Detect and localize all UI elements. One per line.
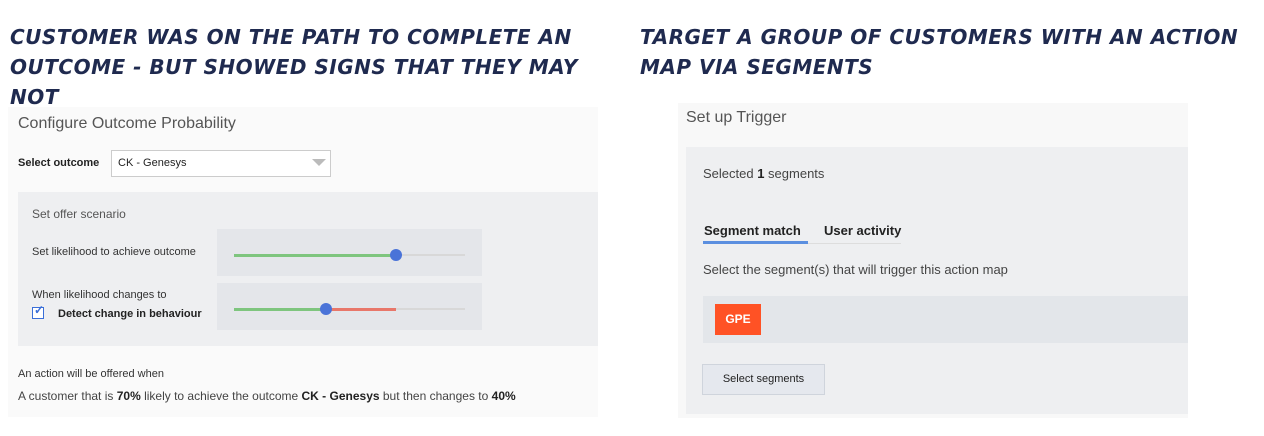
selected-prefix: Selected: [703, 166, 758, 181]
likelihood-slider-box: [217, 229, 482, 276]
offer-prefix: A customer that is: [18, 389, 117, 403]
offer-label: An action will be offered when: [18, 368, 164, 380]
chevron-down-icon[interactable]: [312, 159, 326, 166]
select-outcome-label: Select outcome: [18, 157, 100, 169]
likelihood-slider-thumb[interactable]: [389, 249, 402, 261]
scenario-title: Set offer scenario: [32, 207, 126, 221]
offer-pct1: 70%: [116, 389, 141, 403]
segment-chip-gpe[interactable]: GPE: [715, 304, 761, 335]
offer-mid2: but then changes to: [379, 389, 492, 403]
tab-user-activity[interactable]: User activity: [824, 223, 901, 238]
detect-change-label: Detect change in behaviour: [58, 308, 202, 320]
changes-slider-box: [217, 283, 482, 330]
active-tab-indicator: [703, 241, 808, 244]
changes-fill-red: [326, 308, 396, 311]
offer-summary: A customer that is 70% likely to achieve…: [18, 389, 516, 403]
left-heading: Customer was on the path to complete an …: [10, 25, 578, 109]
offer-outcome: CK - Genesys: [301, 389, 380, 403]
changes-fill-green: [234, 308, 327, 311]
select-outcome-value: CK - Genesys: [118, 157, 187, 169]
changes-label: When likelihood changes to: [32, 289, 167, 301]
right-heading: Target a group of customers with an acti…: [640, 25, 1239, 79]
checkmark-icon: ✓: [34, 303, 45, 317]
selected-segments-count: Selected 1 segments: [703, 166, 824, 181]
tab-divider: [808, 243, 901, 244]
selected-suffix: segments: [764, 166, 825, 181]
trigger-title: Set up Trigger: [686, 109, 787, 126]
offer-mid: likely to achieve the outcome: [140, 389, 302, 403]
likelihood-fill: [234, 254, 396, 257]
panel-title: Configure Outcome Probability: [18, 115, 236, 132]
segment-help-text: Select the segment(s) that will trigger …: [703, 262, 1008, 277]
select-segments-button[interactable]: Select segments: [702, 364, 825, 395]
likelihood-label: Set likelihood to achieve outcome: [32, 246, 196, 258]
offer-pct2: 40%: [491, 389, 516, 403]
tab-segment-match[interactable]: Segment match: [704, 223, 801, 238]
selected-segments-row: [703, 296, 1188, 343]
